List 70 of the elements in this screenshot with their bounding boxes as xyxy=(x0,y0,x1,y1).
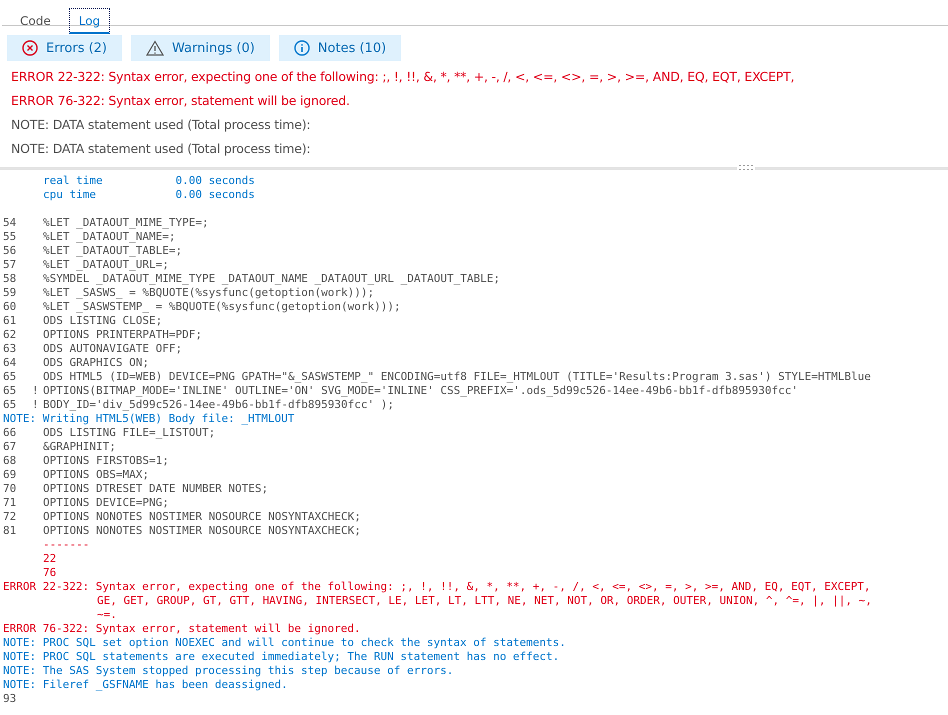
error-message: ERROR 76-322: Syntax error, statement will be ignored. xyxy=(2,622,362,636)
source-code: OPTIONS OBS=MAX; xyxy=(43,468,149,482)
source-code: %SYMDEL _DATAOUT_MIME_TYPE _DATAOUT_NAME _DATAOUT_URL _DATAOUT_TABLE; xyxy=(43,272,500,286)
source-code: ODS LISTING FILE=_LISTOUT; xyxy=(43,426,216,440)
source-code: OPTIONS PRINTERPATH=PDF; xyxy=(43,328,202,342)
source-code: ODS AUTONAVIGATE OFF; xyxy=(43,342,182,356)
line-number: 59 xyxy=(3,286,16,300)
log-summary-line: NOTE: DATA statement used (Total process time): xyxy=(11,140,312,158)
note-message: NOTE: Fileref _GSFNAME has been deassigned. xyxy=(2,678,289,692)
filter-button[interactable]: Errors (2) xyxy=(7,35,122,61)
source-code: %LET _DATAOUT_MIME_TYPE=; xyxy=(43,216,209,230)
source-code: &GRAPHINIT; xyxy=(43,440,116,454)
continuation-mark: ! xyxy=(32,384,39,398)
info-icon xyxy=(294,40,310,56)
line-number: 71 xyxy=(3,496,16,510)
error-message: ERROR 22-322: Syntax error, expecting one of the following: ;, !, !!, &, *, **, +, -, /, <, <=, <>, =, >, >=, AND, EQ, EQT, EXCEPT, GE, GET, GROUP, GT, GTT, HAVING, INTERSECT, LE, LET, LT, LTT, NE, NET, NOT, OR, ORDER, OUTER, UNION, ^, ^=, |, ||, ~, ~=. xyxy=(2,580,873,622)
line-number: 81 xyxy=(3,524,16,538)
line-number: 54 xyxy=(3,216,16,230)
line-number: 58 xyxy=(3,272,16,286)
line-number: 69 xyxy=(3,468,16,482)
source-code: %LET _DATAOUT_URL=; xyxy=(43,258,169,272)
source-code: OPTIONS DTRESET DATE NUMBER NOTES; xyxy=(43,482,268,496)
line-number: 65 xyxy=(3,370,16,384)
line-number: 61 xyxy=(3,314,16,328)
note-message: NOTE: PROC SQL set option NOEXEC and will continue to check the syntax of statements. xyxy=(2,636,567,650)
log-summary-line: ERROR 22-322: Syntax error, expecting one of the following: ;, !, !!, &, *, **, +, -, /, <, <=, <>, =, >, >=, AND, EQ, EQT, EXCEPT, xyxy=(11,68,796,86)
timing-text: cpu time 0.00 seconds xyxy=(43,188,255,202)
log-summary-line: NOTE: DATA statement used (Total process time): xyxy=(11,116,312,134)
error-marker: ------- xyxy=(43,538,90,552)
source-code: ODS HTML5 (ID=WEB) DEVICE=PNG GPATH="&_SASWSTEMP_" ENCODING=utf8 FILE=_HTMLOUT (TITLE='Results:Program 3.sas') STYLE=HTMLBlue xyxy=(43,370,871,384)
error-icon xyxy=(22,40,38,56)
source-code: OPTIONS NONOTES NOSTIMER NOSOURCE NOSYNTAXCHECK; xyxy=(43,510,361,524)
warning-icon xyxy=(146,40,164,56)
timing-text: real time 0.00 seconds xyxy=(43,174,255,188)
line-number: 57 xyxy=(3,258,16,272)
source-code: ODS LISTING CLOSE; xyxy=(43,314,162,328)
source-code: OPTIONS(BITMAP_MODE='INLINE' OUTLINE='ON' SVG_MODE='INLINE' CSS_PREFIX='.ods_5d99c526-14ee-49b6-bb1f-dfb895930fcc' xyxy=(43,384,798,398)
tab[interactable]: Code xyxy=(10,8,61,34)
line-number: 65 xyxy=(3,384,16,398)
error-marker: 76 xyxy=(43,566,56,580)
line-number: 62 xyxy=(3,328,16,342)
line-number: 56 xyxy=(3,244,16,258)
source-code: OPTIONS DEVICE=PNG; xyxy=(43,496,169,510)
log-summary-line: ERROR 76-322: Syntax error, statement will be ignored. xyxy=(11,92,351,110)
note-message: NOTE: The SAS System stopped processing this step because of errors. xyxy=(2,664,454,678)
line-number: 63 xyxy=(3,342,16,356)
continuation-mark: ! xyxy=(32,398,39,412)
line-number: 66 xyxy=(3,426,16,440)
source-code: %LET _SASWS_ = %BQUOTE(%sysfunc(getoption(work))); xyxy=(43,286,374,300)
source-code: %LET _SASWSTEMP_ = %BQUOTE(%sysfunc(getoption(work))); xyxy=(43,300,401,314)
source-code: %LET _DATAOUT_NAME=; xyxy=(43,230,176,244)
error-marker: 22 xyxy=(43,552,56,566)
source-code: OPTIONS FIRSTOBS=1; xyxy=(43,454,169,468)
line-number: 65 xyxy=(3,398,16,412)
line-number: 60 xyxy=(3,300,16,314)
line-number: 67 xyxy=(3,440,16,454)
source-code: BODY_ID='div_5d99c526-14ee-49b6-bb1f-dfb895930fcc' ); xyxy=(43,398,394,412)
line-number: 55 xyxy=(3,230,16,244)
source-code: %LET _DATAOUT_TABLE=; xyxy=(43,244,182,258)
line-number: 72 xyxy=(3,510,16,524)
note-message: NOTE: Writing HTML5(WEB) Body file: _HTMLOUT xyxy=(2,412,296,426)
line-number: 68 xyxy=(3,454,16,468)
filter-button[interactable]: Notes (10) xyxy=(278,35,402,61)
source-code: ODS GRAPHICS ON; xyxy=(43,356,149,370)
note-message: NOTE: PROC SQL statements are executed immediately; The RUN statement has no effect. xyxy=(2,650,560,664)
filter-button[interactable]: Warnings (0) xyxy=(131,35,270,61)
line-number: 70 xyxy=(3,482,16,496)
line-number: 64 xyxy=(3,356,16,370)
line-number: 93 xyxy=(3,692,16,706)
source-code: OPTIONS NONOTES NOSTIMER NOSOURCE NOSYNTAXCHECK; xyxy=(43,524,361,538)
